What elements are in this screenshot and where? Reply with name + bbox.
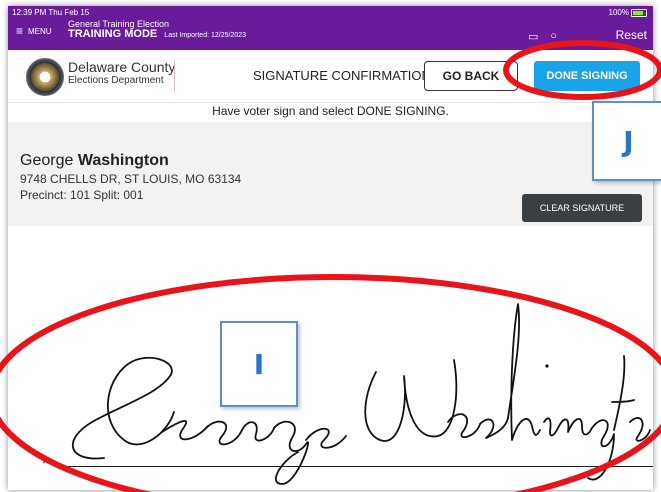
status-bar: 12:39 PM Thu Feb 15 100% ≡ MENU General …	[8, 6, 653, 50]
signature-line	[62, 466, 653, 467]
clock: 12:39 PM Thu Feb 15	[12, 8, 90, 17]
voter-first-name: George	[20, 152, 74, 169]
page-header: Delaware County Elections Department SIG…	[8, 50, 653, 103]
go-back-button[interactable]: GO BACK	[424, 61, 518, 91]
reset-button[interactable]: Reset	[616, 28, 647, 42]
county-branding: Delaware County Elections Department	[68, 59, 176, 87]
election-info: General Training Election TRAINING MODE …	[68, 19, 246, 41]
annotation-label-i: I	[220, 321, 298, 407]
voter-last-name: Washington	[77, 152, 169, 169]
page-title: SIGNATURE CONFIRMATION	[253, 68, 431, 83]
county-seal-logo	[26, 58, 64, 96]
battery-icon	[631, 8, 647, 17]
instruction-text: Have voter sign and select DONE SIGNING.	[212, 104, 449, 118]
search-icon[interactable]: ○	[550, 30, 557, 43]
status-icons: ▭ ○	[528, 30, 557, 43]
county-department: Elections Department	[68, 75, 164, 86]
menu-label: MENU	[28, 26, 52, 36]
clear-signature-button[interactable]: CLEAR SIGNATURE	[522, 194, 642, 222]
voter-name: George Washington	[20, 152, 169, 170]
header-divider	[174, 60, 175, 92]
annotation-label-j: J	[592, 101, 661, 181]
mode-row: TRAINING MODE Last Imported: 12/25/2023	[68, 29, 246, 41]
printer-icon[interactable]: ▭	[528, 30, 538, 43]
county-name: Delaware County	[68, 59, 176, 75]
done-signing-button[interactable]: DONE SIGNING	[534, 61, 640, 91]
signature-dot	[545, 364, 549, 368]
training-mode: TRAINING MODE	[68, 28, 158, 40]
signature-drawing	[71, 303, 651, 485]
signature-pad[interactable]: ×	[8, 226, 653, 490]
app-window: 12:39 PM Thu Feb 15 100% ≡ MENU General …	[8, 6, 653, 490]
menu-button[interactable]: ≡ MENU	[16, 24, 52, 38]
battery-indicator: 100%	[609, 8, 647, 17]
hamburger-icon: ≡	[16, 24, 24, 38]
signature-x-mark: ×	[42, 452, 51, 468]
voter-precinct: Precinct: 101 Split: 001	[20, 188, 144, 202]
voter-address: 9748 CHELLS DR, ST LOUIS, MO 63134	[20, 172, 242, 186]
last-imported: Last Imported: 12/25/2023	[164, 32, 247, 39]
battery-percent: 100%	[608, 8, 629, 17]
voter-info-panel: George Washington 9748 CHELLS DR, ST LOU…	[8, 122, 653, 226]
